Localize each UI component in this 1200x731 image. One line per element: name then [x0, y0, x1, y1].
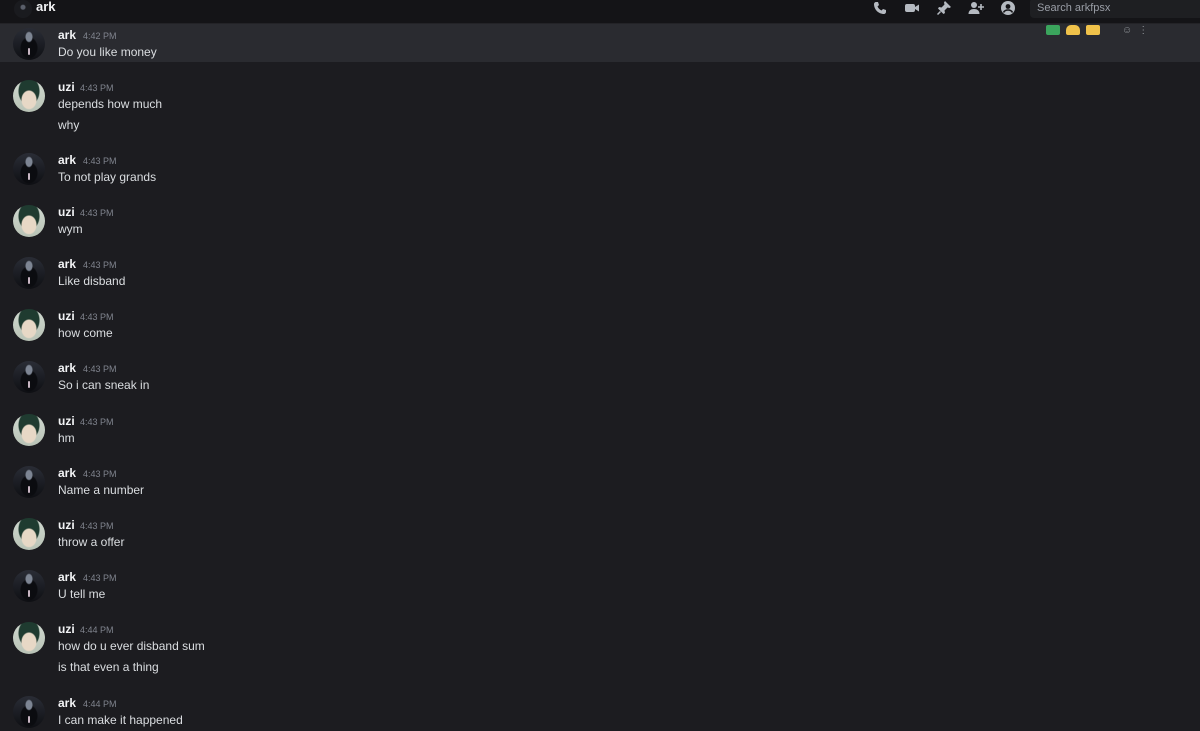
message-text: So i can sneak in [58, 378, 150, 392]
message-timestamp: 4:43 PM [83, 156, 117, 166]
message-group: ark 4:43 PM Name a number [0, 462, 1200, 500]
message-timestamp: 4:43 PM [83, 573, 117, 583]
message-text: U tell me [58, 587, 106, 601]
message-author[interactable]: ark [58, 28, 76, 42]
message-group: uzi 4:43 PM throw a offer [0, 514, 1200, 552]
message-text: how come [58, 326, 113, 340]
avatar[interactable] [13, 622, 45, 654]
more-options-icon[interactable]: ⋮ [1138, 25, 1148, 36]
avatar[interactable] [13, 309, 45, 341]
message-timestamp: 4:43 PM [83, 469, 117, 479]
message-text: To not play grands [58, 170, 157, 184]
pin-icon[interactable] [936, 0, 952, 16]
message-group: ark 4:43 PM Like disband [0, 253, 1200, 291]
message-text: Do you like money [58, 45, 157, 59]
message-group: uzi 4:44 PM how do u ever disband sum is… [0, 618, 1200, 676]
avatar[interactable] [13, 570, 45, 602]
message-timestamp: 4:43 PM [80, 312, 114, 322]
message-group: uzi 4:43 PM wym [0, 201, 1200, 239]
message-author[interactable]: ark [58, 570, 76, 584]
message-text: Name a number [58, 483, 145, 497]
message-author[interactable]: uzi [58, 80, 75, 94]
message-group: uzi 4:43 PM hm [0, 410, 1200, 448]
avatar[interactable] [13, 153, 45, 185]
message-timestamp: 4:43 PM [83, 364, 117, 374]
message-text: throw a offer [58, 535, 125, 549]
dm-avatar[interactable] [14, 0, 32, 18]
message-author[interactable]: uzi [58, 309, 75, 323]
avatar[interactable] [13, 361, 45, 393]
message-text: how do u ever disband sum [58, 639, 205, 653]
message-timestamp: 4:43 PM [80, 208, 114, 218]
add-friend-icon[interactable] [968, 0, 984, 16]
check-mark-icon[interactable] [1046, 25, 1060, 35]
message-timestamp: 4:44 PM [80, 625, 114, 635]
raised-hand-icon[interactable] [1066, 25, 1080, 35]
message-reactions [1046, 24, 1100, 36]
message-timestamp: 4:44 PM [83, 699, 117, 709]
message-timestamp: 4:43 PM [83, 260, 117, 270]
message-group: uzi 4:43 PM how come [0, 305, 1200, 343]
message-author[interactable]: ark [58, 466, 76, 480]
message-timestamp: 4:42 PM [83, 31, 117, 41]
avatar[interactable] [13, 414, 45, 446]
message-author[interactable]: uzi [58, 622, 75, 636]
message-group: ark 4:43 PM So i can sneak in [0, 357, 1200, 395]
message-text: depends how much [58, 97, 163, 111]
message-text: hm [58, 431, 75, 445]
message-author[interactable]: ark [58, 361, 76, 375]
video-call-icon[interactable] [904, 0, 920, 16]
message-group: ark 4:43 PM U tell me [0, 566, 1200, 604]
message-group: ark 4:44 PM I can make it happened [0, 692, 1200, 730]
message-group: ark 4:43 PM To not play grands [0, 149, 1200, 187]
user-profile-icon[interactable] [1000, 0, 1016, 16]
message-timestamp: 4:43 PM [80, 521, 114, 531]
avatar[interactable] [13, 696, 45, 728]
dm-name[interactable]: ark [36, 0, 56, 14]
add-reaction-icon[interactable]: ☺ [1122, 25, 1132, 36]
message-author[interactable]: uzi [58, 518, 75, 532]
message-text: I can make it happened [58, 713, 183, 727]
search-input[interactable] [1037, 0, 1187, 18]
voice-call-icon[interactable] [872, 0, 888, 16]
message-text: Like disband [58, 274, 126, 288]
message-list: ark 4:42 PM Do you like money ☺ ⋮ uzi 4:… [0, 24, 1200, 731]
avatar[interactable] [13, 80, 45, 112]
avatar[interactable] [13, 28, 45, 60]
message-group: ark 4:42 PM Do you like money [0, 24, 1200, 62]
channel-header: ark [0, 0, 1200, 24]
avatar[interactable] [13, 466, 45, 498]
message-author[interactable]: ark [58, 257, 76, 271]
message-author[interactable]: uzi [58, 414, 75, 428]
message-author[interactable]: uzi [58, 205, 75, 219]
message-group: uzi 4:43 PM depends how much why [0, 76, 1200, 132]
avatar[interactable] [13, 518, 45, 550]
avatar[interactable] [13, 205, 45, 237]
message-author[interactable]: ark [58, 153, 76, 167]
message-timestamp: 4:43 PM [80, 83, 114, 93]
message-author[interactable]: ark [58, 696, 76, 710]
message-text: why [58, 118, 80, 132]
message-text: is that even a thing [58, 660, 159, 674]
avatar[interactable] [13, 257, 45, 289]
message-text: wym [58, 222, 83, 236]
thumbs-up-icon[interactable] [1086, 25, 1100, 35]
message-hover-toolbar: ☺ ⋮ [1122, 24, 1148, 36]
message-timestamp: 4:43 PM [80, 417, 114, 427]
search-bar[interactable] [1030, 0, 1200, 18]
